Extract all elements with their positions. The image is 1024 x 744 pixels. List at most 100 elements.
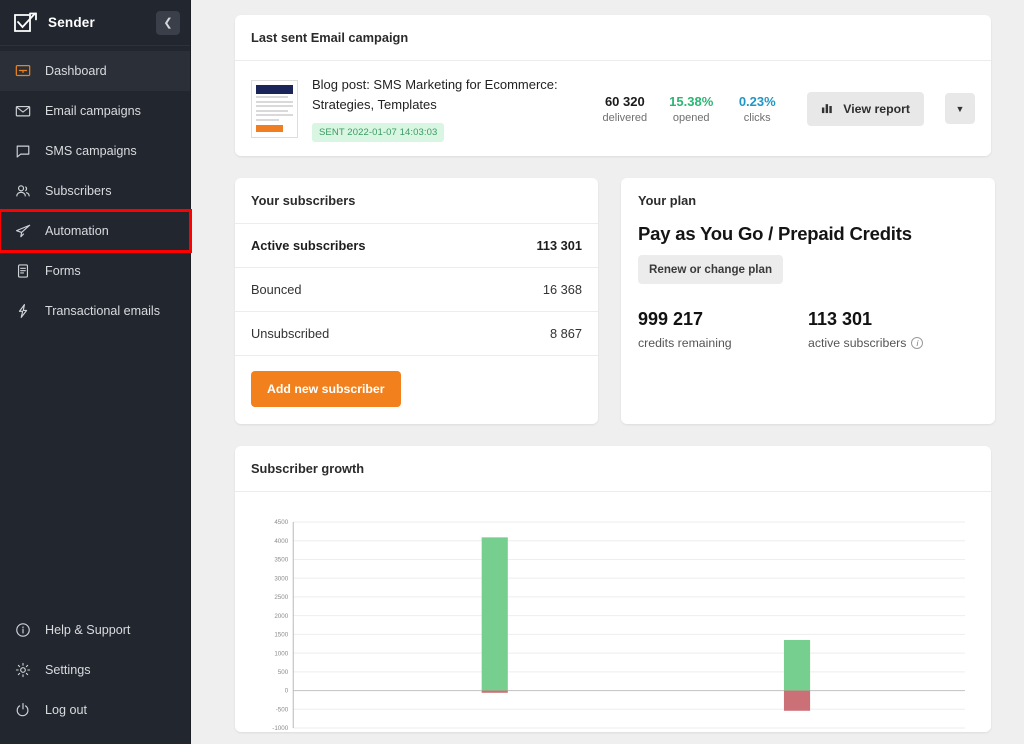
brand-name: Sender — [48, 15, 147, 30]
sidebar-item-label: Automation — [45, 224, 109, 238]
credits-value: 999 217 — [638, 309, 808, 330]
y-axis-tick-label: 4000 — [274, 538, 288, 545]
table-row: Bounced 16 368 — [235, 268, 598, 312]
stat-value: 15.38% — [669, 94, 713, 109]
stat-label: clicks — [735, 112, 779, 124]
chart-bar-positive — [482, 537, 508, 690]
row-value: 113 301 — [536, 238, 582, 253]
credits-caption: credits remaining — [638, 336, 808, 350]
table-row: Unsubscribed 8 867 — [235, 312, 598, 356]
sidebar-item-transactional-emails[interactable]: Transactional emails — [0, 291, 190, 331]
subscriber-growth-title: Subscriber growth — [235, 446, 991, 492]
row-label: Active subscribers — [251, 238, 366, 253]
chart-bar-negative — [784, 691, 810, 711]
row-value: 16 368 — [543, 282, 582, 297]
y-axis-tick-label: 2000 — [274, 613, 288, 620]
row-label: Unsubscribed — [251, 326, 329, 341]
plan-name: Pay as You Go / Prepaid Credits — [638, 223, 978, 245]
sidebar-collapse-button[interactable]: ❮ — [156, 11, 180, 35]
main-content: Last sent Email campaign Blog post: SMS … — [191, 0, 1024, 744]
sidebar-item-label: Forms — [45, 264, 81, 278]
chevron-left-icon: ❮ — [163, 16, 172, 29]
plan-card-title: Your plan — [638, 193, 978, 208]
sidebar-item-label: Settings — [45, 663, 91, 677]
sidebar-item-sms-campaigns[interactable]: SMS campaigns — [0, 131, 190, 171]
y-axis-tick-label: 0 — [285, 688, 289, 695]
last-campaign-card: Last sent Email campaign Blog post: SMS … — [235, 15, 991, 156]
campaign-name[interactable]: Blog post: SMS Marketing for Ecommerce: … — [312, 75, 589, 114]
app-root: Sender ❮ Dashboard — [0, 0, 1024, 744]
email-template-thumbnail — [251, 80, 298, 138]
chat-bubble-icon — [14, 142, 32, 160]
subscribers-card: Your subscribers Active subscribers 113 … — [235, 178, 598, 424]
active-subscribers-caption: active subscribers — [808, 336, 906, 350]
last-campaign-title: Last sent Email campaign — [235, 15, 991, 61]
sidebar-footer: Help & Support Settings — [0, 610, 190, 744]
plan-body: Your plan Pay as You Go / Prepaid Credit… — [621, 178, 995, 370]
y-axis-tick-label: 2500 — [274, 594, 288, 601]
sidebar-item-subscribers[interactable]: Subscribers — [0, 171, 190, 211]
users-icon — [14, 182, 32, 200]
subscriber-growth-chart: 450040003500300025002000150010005000-500… — [235, 492, 991, 732]
paper-plane-icon — [14, 222, 32, 240]
sender-logo-icon — [13, 11, 39, 35]
active-subscribers-value: 113 301 — [808, 309, 978, 330]
envelope-icon — [14, 102, 32, 120]
sidebar-header: Sender ❮ — [0, 0, 190, 46]
mid-row: Your subscribers Active subscribers 113 … — [235, 178, 991, 424]
status-badge: SENT 2022-01-07 14:03:03 — [312, 123, 444, 142]
clipboard-icon — [14, 262, 32, 280]
caret-down-icon: ▼ — [956, 104, 965, 114]
y-axis-tick-label: 4500 — [274, 519, 288, 526]
sidebar-item-settings[interactable]: Settings — [0, 650, 190, 690]
stat-value: 0.23% — [735, 94, 779, 109]
bar-chart-icon — [821, 101, 834, 117]
table-row: Active subscribers 113 301 — [235, 224, 598, 268]
sidebar-item-label: Email campaigns — [45, 104, 141, 118]
gear-icon — [14, 661, 32, 679]
growth-chart-svg: 450040003500300025002000150010005000-500… — [253, 514, 973, 732]
credits-remaining-metric: 999 217 credits remaining — [638, 309, 808, 350]
sidebar-item-automation[interactable]: Automation — [0, 211, 190, 251]
sidebar-item-label: SMS campaigns — [45, 144, 137, 158]
last-campaign-body: Blog post: SMS Marketing for Ecommerce: … — [235, 61, 991, 156]
sidebar-item-label: Log out — [45, 703, 87, 717]
y-axis-tick-label: -1000 — [272, 725, 288, 732]
sidebar-item-label: Subscribers — [45, 184, 112, 198]
y-axis-tick-label: 500 — [278, 669, 289, 676]
view-report-button[interactable]: View report — [807, 92, 924, 126]
campaign-actions-dropdown-button[interactable]: ▼ — [945, 93, 975, 124]
campaign-stats: 60 320 delivered 15.38% opened 0.23% cli… — [603, 94, 780, 124]
y-axis-tick-label: 1500 — [274, 632, 288, 639]
plan-card: Your plan Pay as You Go / Prepaid Credit… — [621, 178, 995, 424]
power-icon — [14, 701, 32, 719]
subscriber-growth-card: Subscriber growth 4500 4000 3500 3000 2500 20… — [235, 446, 991, 732]
subscribers-title: Your subscribers — [235, 178, 598, 224]
y-axis-tick-label: -500 — [276, 706, 289, 713]
sidebar-item-dashboard[interactable]: Dashboard — [0, 51, 190, 91]
sidebar-item-help-support[interactable]: Help & Support — [0, 610, 190, 650]
sidebar-item-log-out[interactable]: Log out — [0, 690, 190, 730]
chart-bar-negative — [482, 691, 508, 693]
row-label: Bounced — [251, 282, 302, 297]
active-subscribers-caption-wrap: active subscribers i — [808, 336, 978, 350]
sidebar-spacer — [0, 331, 190, 610]
y-axis-tick-label: 3000 — [274, 575, 288, 582]
add-new-subscriber-button[interactable]: Add new subscriber — [251, 371, 401, 407]
sidebar-item-label: Help & Support — [45, 623, 130, 637]
info-icon[interactable]: i — [911, 337, 923, 349]
renew-or-change-plan-button[interactable]: Renew or change plan — [638, 255, 783, 284]
stat-opened: 15.38% opened — [669, 94, 713, 124]
info-circle-icon — [14, 621, 32, 639]
active-subscribers-metric: 113 301 active subscribers i — [808, 309, 978, 350]
bolt-icon — [14, 302, 32, 320]
stat-label: delivered — [603, 112, 648, 124]
sidebar-nav: Dashboard Email campaigns SMS campa — [0, 46, 190, 331]
subscribers-footer: Add new subscriber — [235, 356, 598, 424]
chart-bar-positive — [784, 640, 810, 691]
stat-clicks: 0.23% clicks — [735, 94, 779, 124]
stat-delivered: 60 320 delivered — [603, 94, 648, 124]
sidebar-item-forms[interactable]: Forms — [0, 251, 190, 291]
sidebar-item-email-campaigns[interactable]: Email campaigns — [0, 91, 190, 131]
y-axis-tick-label: 3500 — [274, 557, 288, 564]
